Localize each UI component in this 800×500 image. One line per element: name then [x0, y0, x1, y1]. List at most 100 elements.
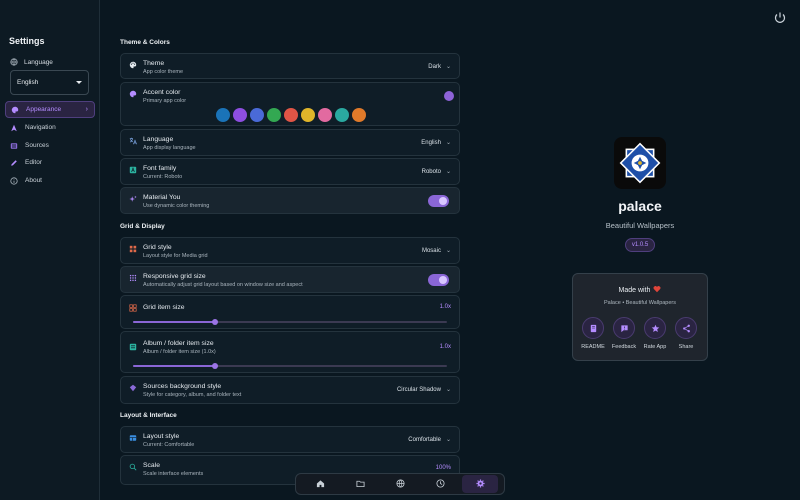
language-select[interactable]: English — [10, 70, 89, 95]
setting-title: Album / folder item size — [143, 340, 214, 347]
action-label: Share — [678, 344, 694, 350]
chevron-down-icon: ⌄ — [445, 387, 451, 393]
readme-button[interactable]: README — [581, 317, 605, 350]
setting-accent-color: Accent color Primary app color — [120, 82, 460, 126]
setting-layout-style[interactable]: Layout style Current: Comfortable Comfor… — [120, 426, 460, 453]
language-dropdown[interactable]: English ⌄ — [421, 139, 451, 147]
made-with-text: Made with — [618, 286, 651, 294]
font-dropdown[interactable]: Roboto ⌄ — [421, 168, 451, 176]
accent-swatch[interactable] — [216, 108, 230, 122]
share-icon — [675, 317, 697, 339]
accent-swatch[interactable] — [301, 108, 315, 122]
setting-title: Grid item size — [143, 304, 185, 311]
grid-style-value: Mosaic — [421, 247, 441, 254]
heart-icon — [653, 285, 661, 295]
nav-settings[interactable] — [462, 475, 498, 493]
selected-accent-swatch — [444, 91, 454, 101]
grid-size-value: 1.0x — [439, 304, 451, 310]
setting-title: Responsive grid size — [143, 273, 206, 280]
nav-home[interactable] — [302, 475, 338, 493]
album-size-slider[interactable] — [133, 363, 447, 369]
sidebar-item-label: Appearance — [26, 106, 62, 113]
history-icon — [435, 478, 445, 490]
chevron-down-icon: ⌄ — [445, 248, 451, 254]
setting-material-you[interactable]: Material You Use dynamic color theming — [120, 187, 460, 214]
app-logo — [614, 137, 666, 189]
accent-swatch[interactable] — [335, 108, 349, 122]
theme-dropdown[interactable]: Dark ⌄ — [428, 63, 451, 71]
settings-main: Theme & Colors Theme App color theme Dar… — [100, 0, 470, 500]
about-actions: README Feedback Rate App Share — [581, 317, 698, 350]
language-label: Language — [10, 58, 53, 66]
palette-icon — [11, 106, 19, 114]
pencil-icon — [10, 159, 18, 167]
slider-fill — [133, 365, 215, 367]
grid-size-slider[interactable] — [133, 319, 447, 325]
star-icon — [644, 317, 666, 339]
sidebar-item-label: Sources — [25, 142, 49, 149]
setting-title: Sources background style — [143, 383, 222, 390]
palette-icon — [129, 90, 137, 98]
zoom-icon — [129, 463, 137, 471]
version-badge: v1.0.5 — [625, 238, 655, 252]
chevron-down-icon: ⌄ — [445, 169, 451, 175]
responsive-grid-toggle[interactable] — [428, 274, 449, 286]
sidebar-item-label: Editor — [25, 159, 42, 166]
accent-swatch[interactable] — [352, 108, 366, 122]
sources-bg-dropdown[interactable]: Circular Shadow ⌄ — [396, 386, 451, 394]
slider-thumb[interactable] — [211, 319, 218, 325]
font-value: Roboto — [421, 168, 441, 175]
grid-style-dropdown[interactable]: Mosaic ⌄ — [421, 247, 451, 255]
home-icon — [316, 479, 325, 490]
accent-swatch[interactable] — [233, 108, 247, 122]
setting-theme[interactable]: Theme App color theme Dark ⌄ — [120, 53, 460, 79]
accent-swatch[interactable] — [284, 108, 298, 122]
chevron-down-icon: ⌄ — [445, 437, 451, 443]
action-label: Feedback — [611, 344, 637, 350]
setting-title: Accent color — [143, 89, 181, 96]
sidebar-item-label: Navigation — [25, 124, 56, 131]
setting-font-family[interactable]: Font family Current: Roboto Roboto ⌄ — [120, 158, 460, 185]
nav-explore[interactable] — [382, 475, 418, 493]
setting-grid-item-size: Grid item size 1.0x — [120, 295, 460, 329]
settings-icon — [475, 478, 485, 490]
setting-language[interactable]: Language App display language English ⌄ — [120, 129, 460, 156]
album-size-value: 1.0x — [439, 344, 451, 350]
setting-subtitle: Style for category, album, and folder te… — [143, 392, 242, 398]
sidebar-item-editor[interactable]: Editor — [5, 154, 95, 171]
layout-style-dropdown[interactable]: Comfortable ⌄ — [408, 436, 451, 444]
made-with-subtitle: Palace • Beautiful Wallpapers — [603, 300, 677, 306]
slider-thumb[interactable] — [211, 363, 218, 369]
accent-swatch[interactable] — [267, 108, 281, 122]
sidebar-item-sources[interactable]: Sources — [5, 137, 95, 154]
accent-swatch[interactable] — [250, 108, 264, 122]
scale-value: 100% — [435, 465, 451, 471]
palette-icon — [129, 61, 137, 69]
sidebar-item-appearance[interactable]: Appearance › — [5, 101, 95, 118]
setting-title: Font family — [143, 165, 177, 172]
setting-grid-style[interactable]: Grid style Layout style for Media grid M… — [120, 237, 460, 264]
navigation-icon — [10, 124, 18, 132]
setting-subtitle: Current: Comfortable — [143, 442, 195, 448]
rate-app-button[interactable]: Rate App — [643, 317, 667, 350]
setting-responsive-grid[interactable]: Responsive grid size Automatically adjus… — [120, 266, 460, 293]
sidebar-item-about[interactable]: About — [5, 172, 95, 189]
sidebar-item-label: About — [25, 177, 42, 184]
feedback-button[interactable]: Feedback — [612, 317, 636, 350]
chevron-down-icon — [76, 81, 82, 84]
power-icon[interactable] — [772, 10, 788, 26]
chevron-down-icon: ⌄ — [445, 140, 451, 146]
grid-icon — [129, 304, 137, 312]
language-value: English — [421, 139, 441, 146]
nav-folders[interactable] — [342, 475, 378, 493]
share-button[interactable]: Share — [674, 317, 698, 350]
setting-sources-background[interactable]: Sources background style Style for categ… — [120, 376, 460, 404]
nav-history[interactable] — [422, 475, 458, 493]
slider-fill — [133, 321, 215, 323]
accent-swatch[interactable] — [318, 108, 332, 122]
material-you-toggle[interactable] — [428, 195, 449, 207]
sparkle-icon — [129, 195, 137, 203]
language-select-value: English — [17, 79, 39, 86]
sources-bg-value: Circular Shadow — [396, 386, 441, 393]
sidebar-item-navigation[interactable]: Navigation — [5, 119, 95, 136]
